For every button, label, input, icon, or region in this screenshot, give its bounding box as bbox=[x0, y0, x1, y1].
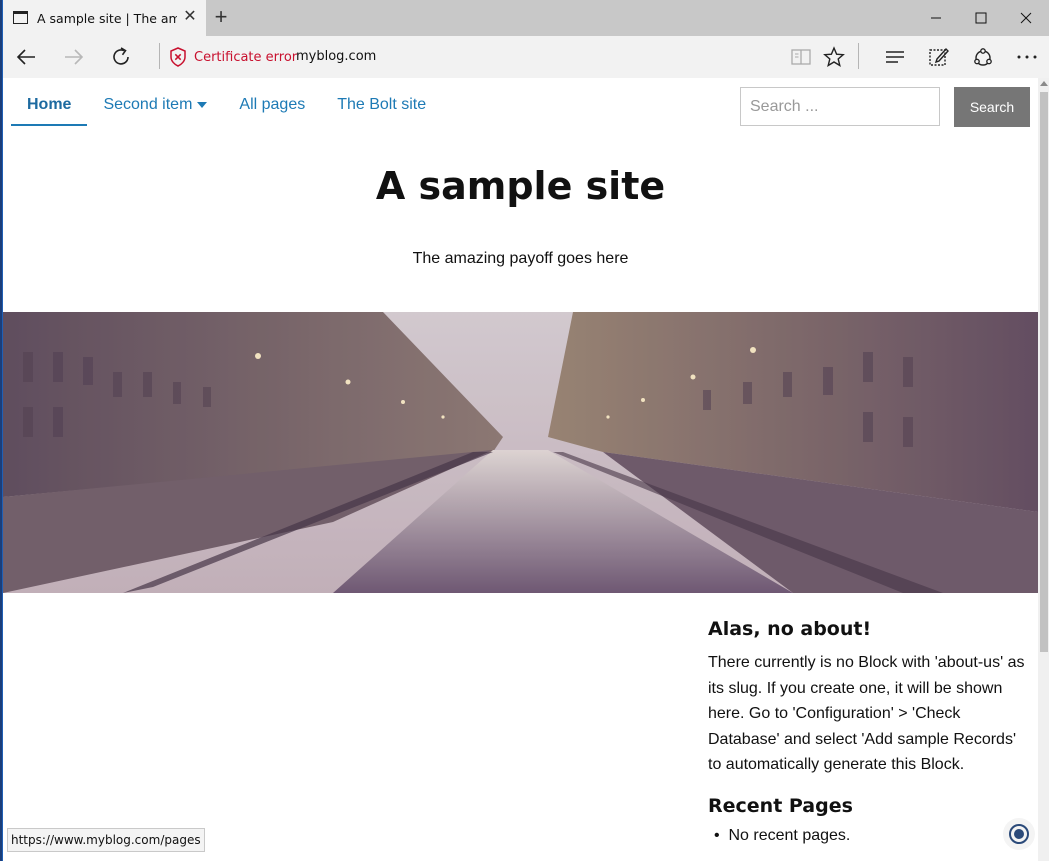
url-field[interactable]: myblog.com bbox=[296, 49, 376, 64]
menu-item-second-label: Second item bbox=[103, 96, 193, 113]
status-bar-url: https://www.myblog.com/pages bbox=[7, 828, 205, 852]
web-note-icon[interactable] bbox=[923, 42, 955, 72]
certificate-error-indicator[interactable]: Certificate error bbox=[169, 47, 297, 67]
menu-item-all-pages[interactable]: All pages bbox=[223, 86, 321, 126]
web-page: Home Second item All pages The Bolt site… bbox=[3, 78, 1038, 861]
vertical-scrollbar[interactable] bbox=[1038, 78, 1049, 861]
menu-item-home[interactable]: Home bbox=[11, 86, 88, 126]
caret-down-icon bbox=[197, 101, 208, 108]
forward-icon[interactable] bbox=[58, 42, 90, 72]
site-payoff: The amazing payoff goes here bbox=[412, 250, 629, 267]
shield-icon bbox=[170, 47, 186, 67]
address-bar-row: Certificate error myblog.com bbox=[3, 36, 1049, 78]
about-text: There currently is no Block with 'about-… bbox=[708, 654, 1025, 773]
share-icon[interactable] bbox=[967, 42, 999, 72]
hub-icon[interactable] bbox=[879, 42, 911, 72]
scroll-up-icon[interactable] bbox=[1040, 81, 1048, 86]
certificate-error-label: Certificate error bbox=[194, 49, 298, 65]
reading-view-icon[interactable] bbox=[785, 42, 817, 72]
site-menu: Home Second item All pages The Bolt site bbox=[11, 86, 442, 126]
browser-tab[interactable]: A sample site | The ama ✕ bbox=[3, 0, 206, 36]
browser-window: A sample site | The ama ✕ + Certificate … bbox=[2, 0, 1049, 861]
more-icon[interactable] bbox=[1011, 42, 1043, 72]
tab-title: A sample site | The ama bbox=[37, 11, 177, 26]
search-input[interactable]: Search ... bbox=[740, 87, 940, 126]
page-icon bbox=[13, 11, 28, 24]
hero-image bbox=[3, 312, 1038, 593]
refresh-icon[interactable] bbox=[105, 42, 137, 72]
close-tab-icon[interactable]: ✕ bbox=[181, 8, 199, 26]
title-bar: A sample site | The ama ✕ + bbox=[3, 0, 1049, 36]
favorite-star-icon[interactable] bbox=[818, 42, 850, 72]
close-window-icon[interactable] bbox=[1003, 0, 1049, 36]
search-button[interactable]: Search bbox=[954, 87, 1030, 127]
recent-page-item: No recent pages. bbox=[728, 826, 851, 844]
menu-item-second[interactable]: Second item bbox=[87, 86, 223, 126]
corner-widget-icon[interactable] bbox=[1003, 818, 1035, 850]
scroll-thumb[interactable] bbox=[1040, 92, 1048, 652]
separator bbox=[159, 43, 160, 69]
recent-pages-list: • No recent pages. bbox=[708, 827, 1026, 845]
minimize-icon[interactable] bbox=[913, 0, 959, 36]
maximize-icon[interactable] bbox=[958, 0, 1004, 36]
back-icon[interactable] bbox=[10, 42, 42, 72]
site-title: A sample site bbox=[375, 164, 666, 208]
about-heading: Alas, no about! bbox=[708, 618, 872, 640]
sidebar: Alas, no about! There currently is no Bl… bbox=[708, 618, 1026, 845]
new-tab-icon[interactable]: + bbox=[210, 6, 232, 28]
separator bbox=[858, 43, 859, 69]
menu-item-bolt-site[interactable]: The Bolt site bbox=[321, 86, 442, 126]
recent-pages-heading: Recent Pages bbox=[708, 794, 853, 817]
list-item: • No recent pages. bbox=[714, 826, 851, 844]
